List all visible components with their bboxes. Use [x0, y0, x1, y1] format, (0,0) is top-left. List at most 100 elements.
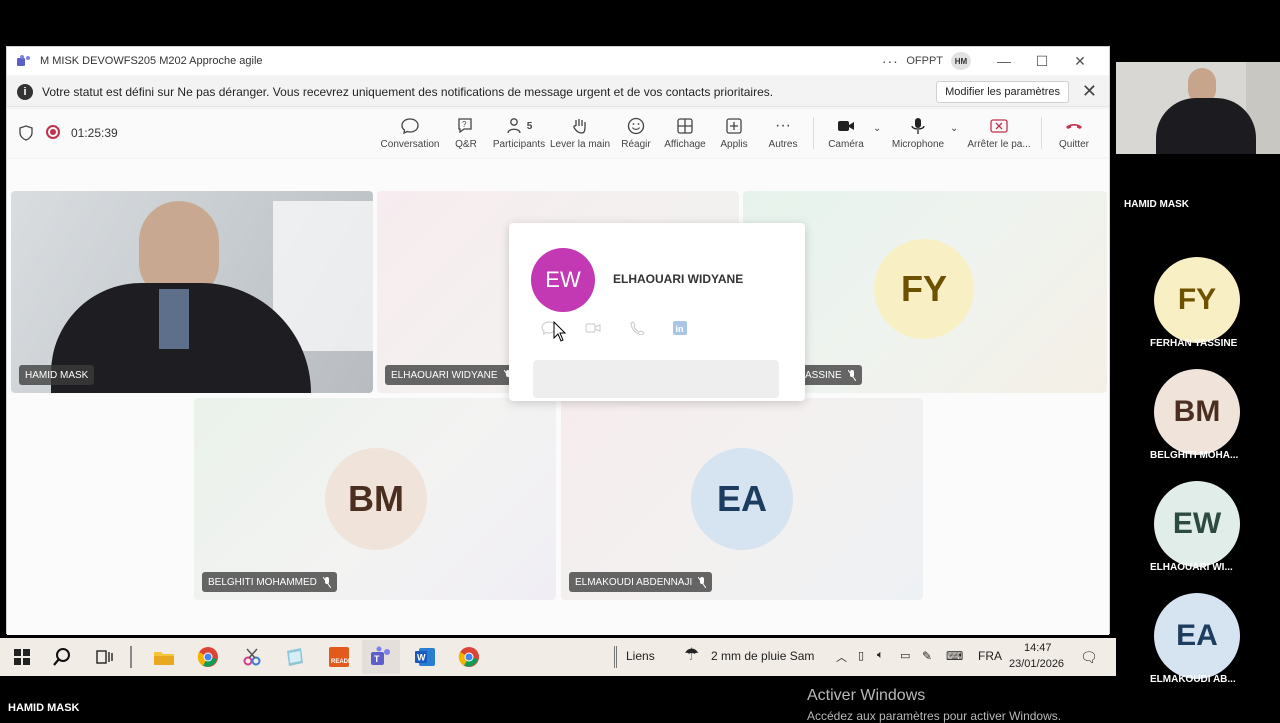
window-title: M MISK DEVOWFS205 M202 Approche agile	[40, 55, 263, 67]
speaker-icon[interactable]: 🔈︎	[877, 649, 884, 662]
input-language[interactable]: FRA	[978, 649, 1002, 663]
network-icon[interactable]: ▭	[900, 649, 910, 662]
camera-button[interactable]: Caméra	[811, 115, 881, 150]
maximize-icon[interactable]: ☐	[1023, 53, 1061, 70]
weather-text[interactable]: 2 mm de pluie Sam	[711, 649, 814, 663]
participant-avatar: BM	[325, 448, 427, 550]
search-icon[interactable]	[50, 645, 74, 669]
participant-name: ELMAKOUDI AB...	[1150, 674, 1236, 685]
leave-button[interactable]: Quitter	[1039, 115, 1109, 150]
participant-name: FERHAN YASSINE	[1150, 338, 1238, 349]
participant-avatar[interactable]: BM	[1154, 369, 1240, 455]
taskbar-divider	[130, 646, 132, 668]
modify-settings-button[interactable]: Modifier les paramètres	[936, 81, 1069, 103]
task-view-icon[interactable]	[92, 645, 116, 669]
word-icon[interactable]: W	[413, 645, 437, 669]
mic-chevron-down-icon[interactable]: ⌄	[950, 123, 958, 134]
participant-avatar: EA	[691, 448, 793, 550]
participant-name: HAMID MASK	[25, 369, 89, 381]
camera-chevron-down-icon[interactable]: ⌄	[873, 123, 881, 134]
teams-logo-icon	[17, 55, 31, 67]
notes-app-icon[interactable]	[283, 645, 307, 669]
usb-icon[interactable]: ▯	[858, 649, 864, 662]
mic-off-icon	[697, 576, 707, 588]
presenter-name: HAMID MASK	[8, 702, 80, 714]
meeting-timer: 01:25:39	[71, 126, 118, 140]
participant-tile[interactable]: EA ELMAKOUDI ABDENNAJI	[561, 398, 923, 600]
svg-text:READER: READER	[331, 659, 351, 665]
video-call-icon[interactable]	[585, 321, 601, 335]
microphone-label: Microphone	[891, 139, 945, 150]
mic-off-icon	[847, 369, 857, 381]
participant-name: ELHAOUARI WI...	[1150, 562, 1233, 573]
close-notification-icon[interactable]: ✕	[1082, 81, 1097, 102]
participant-name: ASSINE	[805, 369, 842, 381]
person-collar	[159, 289, 189, 349]
self-video	[1116, 62, 1280, 154]
close-window-icon[interactable]: ✕	[1061, 53, 1099, 70]
microphone-button[interactable]: Microphone	[883, 115, 953, 150]
grid-icon	[677, 118, 693, 134]
snipping-tool-icon[interactable]	[240, 645, 264, 669]
recording-icon	[46, 125, 60, 139]
chrome-icon[interactable]	[196, 645, 220, 669]
org-name: OFPPT	[906, 55, 943, 67]
participant-tile[interactable]: HAMID MASK	[11, 191, 373, 393]
title-bar: M MISK DEVOWFS205 M202 Approche agile ··…	[7, 47, 1109, 75]
pen-icon[interactable]: ✎	[922, 649, 932, 663]
plus-icon	[726, 118, 742, 134]
rain-umbrella-icon: ☂	[684, 645, 700, 664]
participant-name-tag: ELMAKOUDI ABDENNAJI	[569, 572, 713, 592]
windows-start-icon[interactable]	[10, 645, 34, 669]
file-explorer-icon[interactable]	[152, 645, 176, 669]
more-icon: ···	[775, 117, 791, 134]
reader-app-icon[interactable]: READER	[327, 645, 357, 669]
more-options-icon[interactable]: ···	[880, 53, 900, 69]
profile-card: EW ELHAOUARI WIDYANE in	[509, 223, 805, 401]
profile-avatar: EW	[531, 248, 595, 312]
participant-name: ELHAOUARI WIDYANE	[391, 369, 498, 381]
person-body	[1156, 98, 1256, 154]
teams-taskbar-icon[interactable]: T	[369, 645, 393, 669]
smile-icon	[627, 117, 645, 135]
participant-avatar[interactable]: EA	[1154, 593, 1240, 679]
phone-icon[interactable]	[629, 321, 645, 336]
status-notification-bar: i Votre statut est défini sur Ne pas dér…	[7, 77, 1109, 107]
participant-name: BELGHITI MOHA...	[1150, 450, 1239, 461]
links-toolbar[interactable]: Liens	[626, 649, 655, 663]
svg-text:W: W	[417, 653, 426, 663]
mic-off-icon	[322, 576, 332, 588]
leave-label: Quitter	[1058, 139, 1089, 150]
hangup-icon	[1066, 124, 1082, 129]
notifications-icon[interactable]: 🗨︎	[1080, 649, 1098, 666]
keyboard-icon[interactable]: ⌨	[946, 649, 963, 663]
shield-icon	[19, 125, 33, 141]
chat-icon	[401, 118, 419, 135]
stop-sharing-button[interactable]: Arrêter le pa...	[964, 115, 1034, 150]
minimize-icon[interactable]: —	[985, 53, 1023, 69]
profile-message-field[interactable]	[533, 360, 779, 398]
user-avatar[interactable]: HM	[951, 52, 971, 70]
participant-avatar[interactable]: FY	[1154, 257, 1240, 343]
participant-avatar[interactable]: EW	[1154, 481, 1240, 567]
chevron-up-icon[interactable]: ︿	[836, 649, 847, 665]
participants-button[interactable]: 5 Participants	[484, 115, 554, 150]
svg-text:T: T	[374, 654, 380, 664]
meeting-toolbar: 01:25:39 Conversation ? Q&R 5 Participan…	[7, 109, 1109, 157]
clock-date[interactable]: 23/01/2026	[1009, 658, 1064, 670]
side-participant-panel: HAMID MASK FY FERHAN YASSINE BM BELGHITI…	[1116, 0, 1280, 720]
clock-time[interactable]: 14:47	[1024, 642, 1052, 654]
camera-icon	[838, 121, 854, 131]
more-button[interactable]: ··· Autres	[748, 115, 818, 150]
camera-label: Caméra	[828, 139, 864, 150]
participant-avatar: FY	[874, 239, 974, 339]
windows-taskbar: READER T W Liens ☂ 2 mm de pluie Sam ︿ ▯…	[0, 638, 1116, 676]
stop-share-icon	[990, 119, 1008, 133]
activate-windows-subtitle: Accédez aux paramètres pour activer Wind…	[807, 709, 1062, 723]
linkedin-icon[interactable]: in	[673, 321, 689, 335]
stop-sharing-label: Arrêter le pa...	[967, 139, 1031, 150]
participant-tile[interactable]: BM BELGHITI MOHAMMED	[194, 398, 556, 600]
taskbar-divider	[614, 646, 617, 668]
participant-name: BELGHITI MOHAMMED	[208, 576, 317, 588]
chrome-icon[interactable]	[457, 645, 481, 669]
